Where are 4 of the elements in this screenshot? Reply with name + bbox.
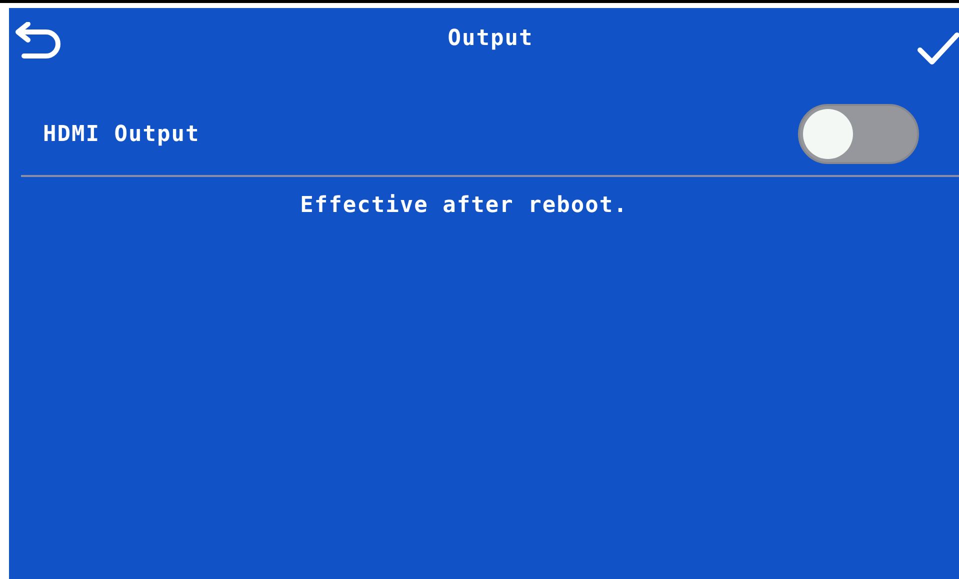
screen-title: Output <box>448 26 534 51</box>
setting-label: HDMI Output <box>43 122 200 146</box>
reboot-notice: Effective after reboot. <box>299 192 629 218</box>
checkmark-icon[interactable] <box>916 32 959 66</box>
